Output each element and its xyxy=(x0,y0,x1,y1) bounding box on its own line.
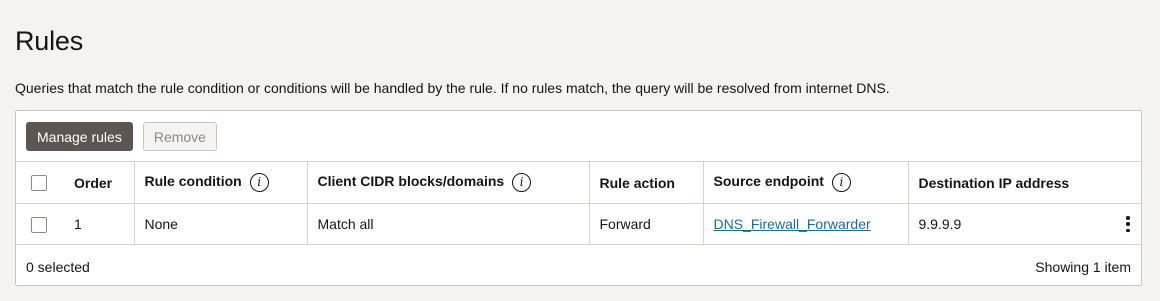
rules-table: Order Rule condition i Client CIDR blocks… xyxy=(16,161,1141,245)
rules-panel: Manage rules Remove Order Rule condition… xyxy=(15,110,1142,286)
condition-cell: None xyxy=(133,203,307,245)
row-select-cell xyxy=(16,203,64,245)
source-endpoint-cell: DNS_Firewall_Forwarder xyxy=(702,203,908,245)
remove-button[interactable]: Remove xyxy=(142,122,217,151)
order-cell: 1 xyxy=(64,203,134,245)
table-header-row: Order Rule condition i Client CIDR blocks… xyxy=(16,161,1141,204)
column-header-label: Rule action xyxy=(599,174,675,191)
row-checkbox[interactable] xyxy=(31,216,47,233)
page-title: Rules xyxy=(15,26,84,56)
column-header-rule-action[interactable]: Rule action xyxy=(588,161,703,204)
info-icon[interactable]: i xyxy=(831,173,851,192)
selected-count: 0 selected xyxy=(26,259,90,275)
column-header-label: Source endpoint xyxy=(713,173,824,190)
destination-ip-value: 9.9.9.9 xyxy=(918,216,962,232)
column-header-destination-ip[interactable]: Destination IP address xyxy=(907,161,1141,204)
row-actions-menu-icon[interactable] xyxy=(1123,216,1133,232)
column-header-order[interactable]: Order xyxy=(64,161,134,204)
cidr-cell: Match all xyxy=(306,203,589,245)
table-toolbar: Manage rules Remove xyxy=(26,122,217,151)
column-header-source-endpoint[interactable]: Source endpoint i xyxy=(702,161,908,204)
info-icon[interactable]: i xyxy=(512,173,532,192)
column-header-rule-condition[interactable]: Rule condition i xyxy=(133,161,307,204)
table-row[interactable]: 1 None Match all Forward DNS_Firewall_Fo… xyxy=(16,203,1141,245)
action-cell: Forward xyxy=(588,203,703,245)
column-header-label: Rule condition xyxy=(144,173,242,190)
source-endpoint-link[interactable]: DNS_Firewall_Forwarder xyxy=(714,216,871,232)
column-header-label: Client CIDR blocks/domains xyxy=(317,173,505,190)
page-description: Queries that match the rule condition or… xyxy=(15,80,890,96)
item-count: Showing 1 item xyxy=(1035,259,1131,275)
manage-rules-button[interactable]: Manage rules xyxy=(26,122,133,151)
select-all-checkbox[interactable] xyxy=(31,175,47,192)
select-all-cell xyxy=(16,161,64,204)
info-icon[interactable]: i xyxy=(249,173,269,192)
column-header-label: Destination IP address xyxy=(918,174,1070,191)
column-header-label: Order xyxy=(74,174,113,191)
destination-ip-cell: 9.9.9.9 xyxy=(907,203,1141,245)
column-header-client-cidr[interactable]: Client CIDR blocks/domains i xyxy=(306,161,589,204)
table-footer: 0 selected Showing 1 item xyxy=(16,245,1141,286)
